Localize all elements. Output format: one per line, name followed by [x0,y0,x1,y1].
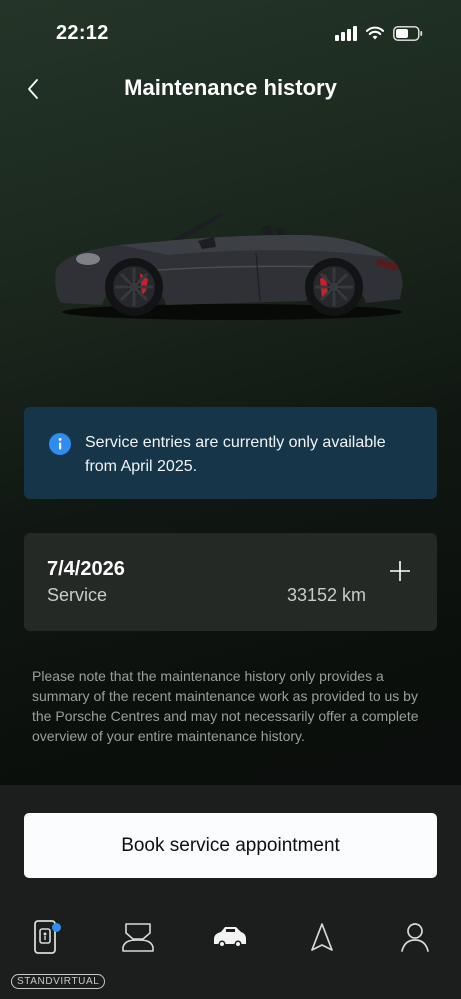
info-banner-text: Service entries are currently only avail… [85,434,386,475]
status-time: 22:12 [56,22,109,44]
vehicle-image [48,205,412,335]
info-icon [49,433,71,455]
watermark-logo: STANDVIRTUAL [11,974,106,989]
info-banner: Service entries are currently only avail… [24,407,437,499]
disclaimer-text: Please note that the maintenance history… [32,668,419,744]
book-service-appointment-button[interactable]: Book service appointment [24,813,437,878]
service-entry-card[interactable]: 7/4/2026 Service 33152 km [24,533,437,631]
tab-my-car[interactable] [206,915,254,959]
tab-profile[interactable] [391,915,439,959]
tab-navigation[interactable] [298,915,346,959]
battery-icon [393,25,423,41]
status-bar: 22:12 [0,0,461,64]
navigation-arrow-icon [311,923,333,951]
wifi-icon [366,26,384,40]
car-service-icon [122,923,154,952]
status-icons [335,25,423,41]
tab-phone-key[interactable] [21,915,69,959]
service-entry-date: 7/4/2026 [47,558,125,580]
profile-icon [401,923,429,952]
app-screen: 22:12 Maintenance history Service entrie… [0,0,461,999]
car-icon [214,927,246,948]
page-title: Maintenance history [124,75,337,100]
service-entry-type: Service [47,585,108,605]
notification-badge [52,923,61,932]
plus-icon[interactable] [389,560,411,582]
cellular-signal-icon [335,25,357,41]
service-entry-mileage: 33152 km [286,585,366,605]
tab-vehicle-service[interactable] [114,915,162,959]
header: Maintenance history [0,66,461,110]
